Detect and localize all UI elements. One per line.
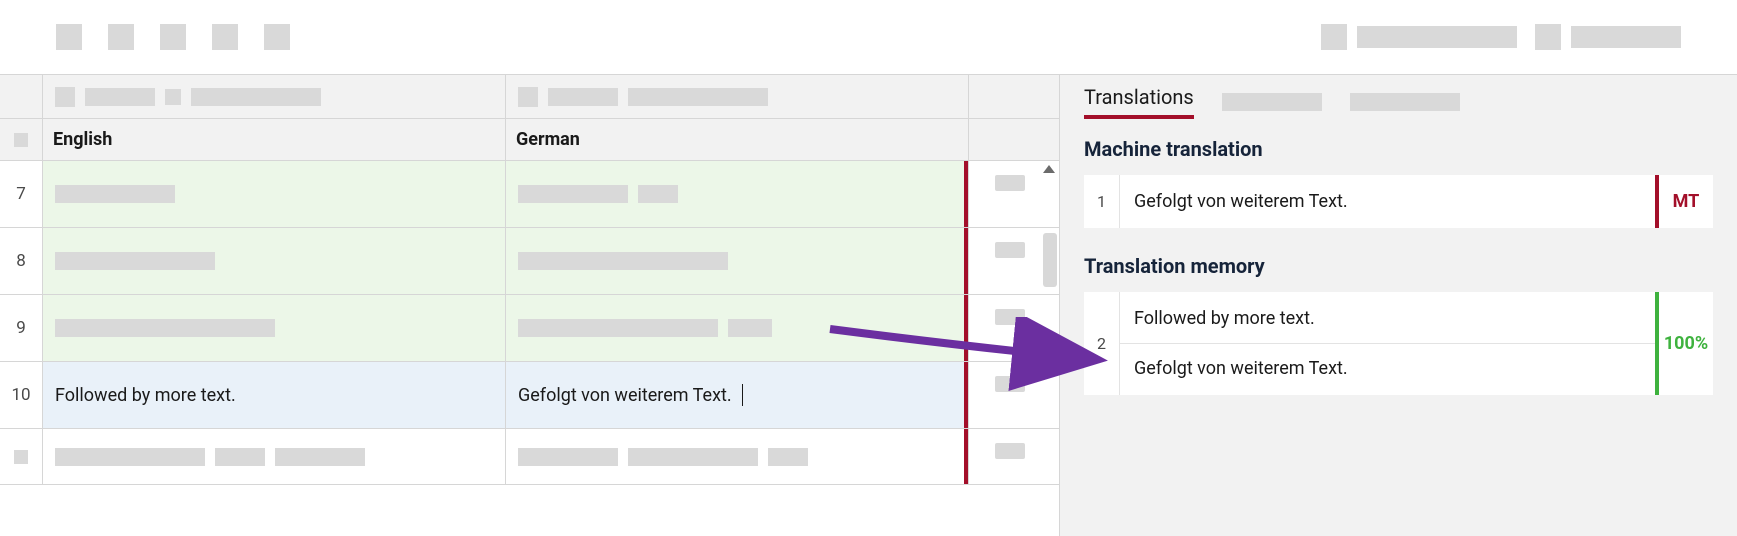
segment-target[interactable]	[506, 429, 969, 484]
scroll-up-icon[interactable]	[1043, 165, 1055, 173]
segment-source[interactable]	[43, 295, 506, 361]
tm-section-title: Translation memory	[1084, 254, 1713, 278]
segment-target[interactable]	[506, 295, 969, 361]
segment-row[interactable]: 8	[0, 228, 1059, 295]
suggestion-index: 2	[1084, 292, 1120, 395]
segment-select[interactable]	[0, 429, 43, 484]
toolbar-icon[interactable]	[212, 24, 238, 50]
scrollbar[interactable]	[1039, 161, 1059, 485]
scroll-thumb[interactable]	[1043, 233, 1057, 287]
segment-number: 10	[0, 362, 43, 428]
segment-number: 8	[0, 228, 43, 294]
segment-source[interactable]	[43, 228, 506, 294]
segment-target[interactable]	[506, 228, 969, 294]
segment-number: 9	[0, 295, 43, 361]
tm-suggestion[interactable]: 2 Followed by more text. Gefolgt von wei…	[1084, 292, 1713, 395]
segment-row-active[interactable]: 10 Followed by more text. Gefolgt von we…	[0, 362, 1059, 429]
source-filter[interactable]	[43, 75, 506, 118]
side-tabs: Translations	[1084, 85, 1713, 119]
tm-match-badge: 100%	[1655, 292, 1713, 395]
segment-row[interactable]	[0, 429, 1059, 485]
target-lang-header: German	[506, 119, 969, 160]
segment-source[interactable]: Followed by more text.	[43, 362, 506, 428]
tm-source-text: Followed by more text.	[1134, 308, 1641, 329]
tab-translations[interactable]: Translations	[1084, 85, 1194, 119]
segment-target[interactable]	[506, 161, 969, 227]
toolbar-icon[interactable]	[264, 24, 290, 50]
segment-row[interactable]: 7	[0, 161, 1059, 228]
segment-number: 7	[0, 161, 43, 227]
segment-source[interactable]	[43, 429, 506, 484]
target-filter[interactable]	[506, 75, 969, 118]
toolbar-icon[interactable]	[108, 24, 134, 50]
segment-target[interactable]: Gefolgt von weiterem Text.	[506, 362, 969, 428]
mt-section-title: Machine translation	[1084, 137, 1713, 161]
toolbar-group[interactable]	[1535, 24, 1681, 50]
toolbar-icon[interactable]	[160, 24, 186, 50]
text-cursor	[742, 384, 743, 406]
segment-source[interactable]	[43, 161, 506, 227]
segment-source-text: Followed by more text.	[55, 385, 236, 406]
suggestions-panel: Translations Machine translation 1 Gefol…	[1060, 75, 1737, 536]
segment-row[interactable]: 9	[0, 295, 1059, 362]
tab-placeholder[interactable]	[1222, 93, 1322, 111]
segment-target-text: Gefolgt von weiterem Text.	[518, 385, 732, 406]
toolbar-group[interactable]	[1321, 24, 1517, 50]
source-lang-header: English	[43, 119, 506, 160]
tm-target-text: Gefolgt von weiterem Text.	[1134, 358, 1641, 379]
tab-placeholder[interactable]	[1350, 93, 1460, 111]
mt-text: Gefolgt von weiterem Text.	[1134, 191, 1641, 212]
mt-suggestion[interactable]: 1 Gefolgt von weiterem Text. MT	[1084, 175, 1713, 228]
mt-badge: MT	[1655, 175, 1713, 228]
column-headers: English German	[0, 119, 1059, 161]
top-toolbar	[0, 0, 1737, 75]
select-all-checkbox[interactable]	[14, 133, 28, 147]
suggestion-index: 1	[1084, 175, 1120, 228]
filter-row	[0, 75, 1059, 119]
toolbar-icon[interactable]	[56, 24, 82, 50]
translation-grid: English German 7 8 9	[0, 75, 1060, 536]
